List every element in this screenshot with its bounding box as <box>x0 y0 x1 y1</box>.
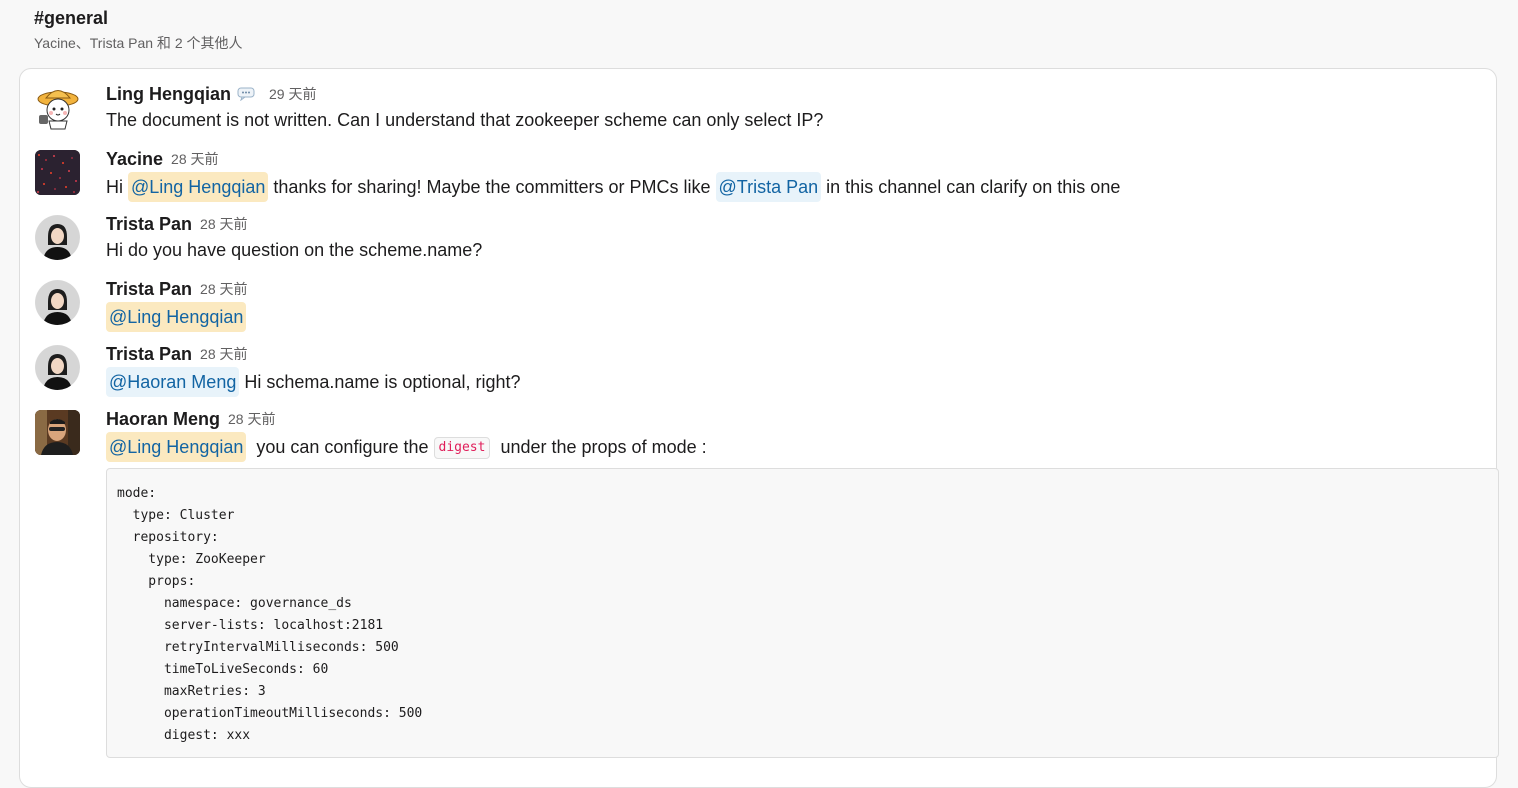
avatar[interactable] <box>35 410 80 455</box>
message-text: Hi @Ling Hengqian thanks for sharing! Ma… <box>106 172 1481 202</box>
sender-name[interactable]: Trista Pan <box>106 279 192 299</box>
avatar[interactable] <box>35 280 80 325</box>
code-line: retryIntervalMilliseconds: 500 <box>117 640 399 655</box>
avatar[interactable] <box>35 215 80 260</box>
message-text-segment: thanks for sharing! Maybe the committers… <box>268 177 716 197</box>
channel-header: #general Yacine、Trista Pan 和 2 个其他人 <box>34 7 243 52</box>
mention-link[interactable]: @Ling Hengqian <box>106 302 247 332</box>
message-text-segment: in this channel can clarify on this one <box>821 177 1121 197</box>
message-text-segment: you can configure the <box>246 437 434 457</box>
timestamp[interactable]: 28 天前 <box>171 151 218 167</box>
avatar[interactable] <box>35 345 80 390</box>
mention-link[interactable]: @Ling Hengqian <box>106 432 247 462</box>
sender-name[interactable]: Trista Pan <box>106 344 192 364</box>
code-line: type: Cluster <box>117 508 235 523</box>
code-line: maxRetries: 3 <box>117 684 266 699</box>
sender-name[interactable]: Ling Hengqian <box>106 84 231 104</box>
timestamp[interactable]: 29 天前 <box>269 86 316 102</box>
mention-link[interactable]: @Haoran Meng <box>106 367 240 397</box>
code-line: mode: <box>117 486 157 501</box>
message-text-segment: Hi <box>106 177 128 197</box>
avatar[interactable] <box>35 150 80 195</box>
code-line: operationTimeoutMilliseconds: 500 <box>117 706 423 721</box>
timestamp[interactable]: 28 天前 <box>200 346 247 362</box>
message-text-segment: Hi schema.name is optional, right? <box>239 372 521 392</box>
code-line: timeToLiveSeconds: 60 <box>117 662 329 677</box>
code-line: namespace: governance_ds <box>117 596 352 611</box>
message-text: Hi do you have question on the scheme.na… <box>106 240 483 260</box>
inline-code: digest <box>433 437 491 460</box>
message-text: @Haoran Meng Hi schema.name is optional,… <box>106 367 1481 397</box>
message-text: The document is not written. Can I under… <box>106 110 824 130</box>
sender-name[interactable]: Haoran Meng <box>106 409 220 429</box>
timestamp[interactable]: 28 天前 <box>200 281 247 297</box>
code-block[interactable]: mode: type: Cluster repository: type: Zo… <box>106 468 1499 758</box>
code-line: repository: <box>117 530 219 545</box>
code-line: props: <box>117 574 196 589</box>
mention-link[interactable]: @Trista Pan <box>715 172 822 202</box>
speech-balloon-icon[interactable] <box>237 87 255 101</box>
message-list: Ling Hengqian 29 天前 The document is not … <box>19 68 1499 788</box>
code-line: type: ZooKeeper <box>117 552 266 567</box>
message-text: @Ling Hengqian <box>106 302 1481 332</box>
sender-name[interactable]: Trista Pan <box>106 214 192 234</box>
code-line: digest: xxx <box>117 728 251 743</box>
mention-link[interactable]: @Ling Hengqian <box>128 172 269 202</box>
message-text: @Ling Hengqian you can configure the dig… <box>106 432 1481 462</box>
avatar[interactable] <box>35 85 80 130</box>
timestamp[interactable]: 28 天前 <box>228 411 275 427</box>
channel-members[interactable]: Yacine、Trista Pan 和 2 个其他人 <box>34 34 243 52</box>
channel-title[interactable]: #general <box>34 7 243 29</box>
sender-name[interactable]: Yacine <box>106 149 163 169</box>
code-line: server-lists: localhost:2181 <box>117 618 384 633</box>
timestamp[interactable]: 28 天前 <box>200 216 247 232</box>
message-text-segment: under the props of mode : <box>490 437 707 457</box>
